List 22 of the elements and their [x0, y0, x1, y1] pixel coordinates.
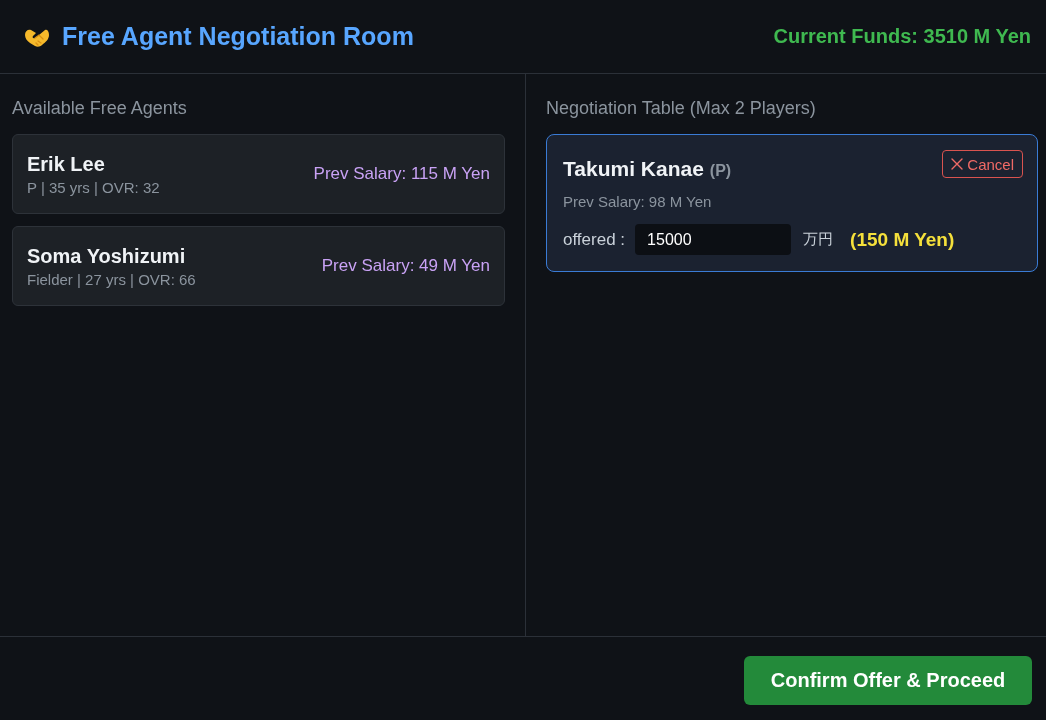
- player-position: (P): [709, 162, 732, 180]
- player-details: Fielder | 27 yrs | OVR: 66: [27, 270, 196, 288]
- page-title: Free Agent Negotiation Room: [62, 22, 414, 51]
- agent-card[interactable]: Erik Lee P | 35 yrs | OVR: 32 Prev Salary: 115 M Yen: [12, 134, 505, 214]
- player-name: Takumi Kanae: [563, 157, 704, 181]
- confirm-button[interactable]: Confirm Offer & Proceed: [744, 656, 1032, 705]
- player-details: P | 35 yrs | OVR: 32: [27, 178, 160, 196]
- prev-salary: Prev Salary: 49 M Yen: [321, 256, 490, 276]
- player-name: Soma Yoshizumi: [27, 244, 187, 268]
- section-heading: Available Free Agents: [12, 97, 188, 120]
- offer-input[interactable]: 15000: [635, 224, 792, 255]
- player-name: Erik Lee: [27, 152, 106, 176]
- unit-label: 万円: [803, 230, 834, 249]
- offer-converted: (150 M Yen): [850, 228, 955, 251]
- close-icon: [951, 158, 964, 170]
- funds-label: Current Funds: 3510 M Yen: [773, 25, 1031, 48]
- agent-card[interactable]: Soma Yoshizumi Fielder | 27 yrs | OVR: 66 Prev Salary: 49 M Yen: [12, 226, 505, 306]
- offer-label: offered :: [563, 229, 626, 250]
- prev-salary: Prev Salary: 98 M Yen: [563, 193, 713, 210]
- prev-salary: Prev Salary: 115 M Yen: [313, 164, 490, 184]
- section-heading: Negotiation Table (Max 2 Players): [546, 97, 817, 120]
- cancel-button[interactable]: Cancel: [942, 150, 1023, 178]
